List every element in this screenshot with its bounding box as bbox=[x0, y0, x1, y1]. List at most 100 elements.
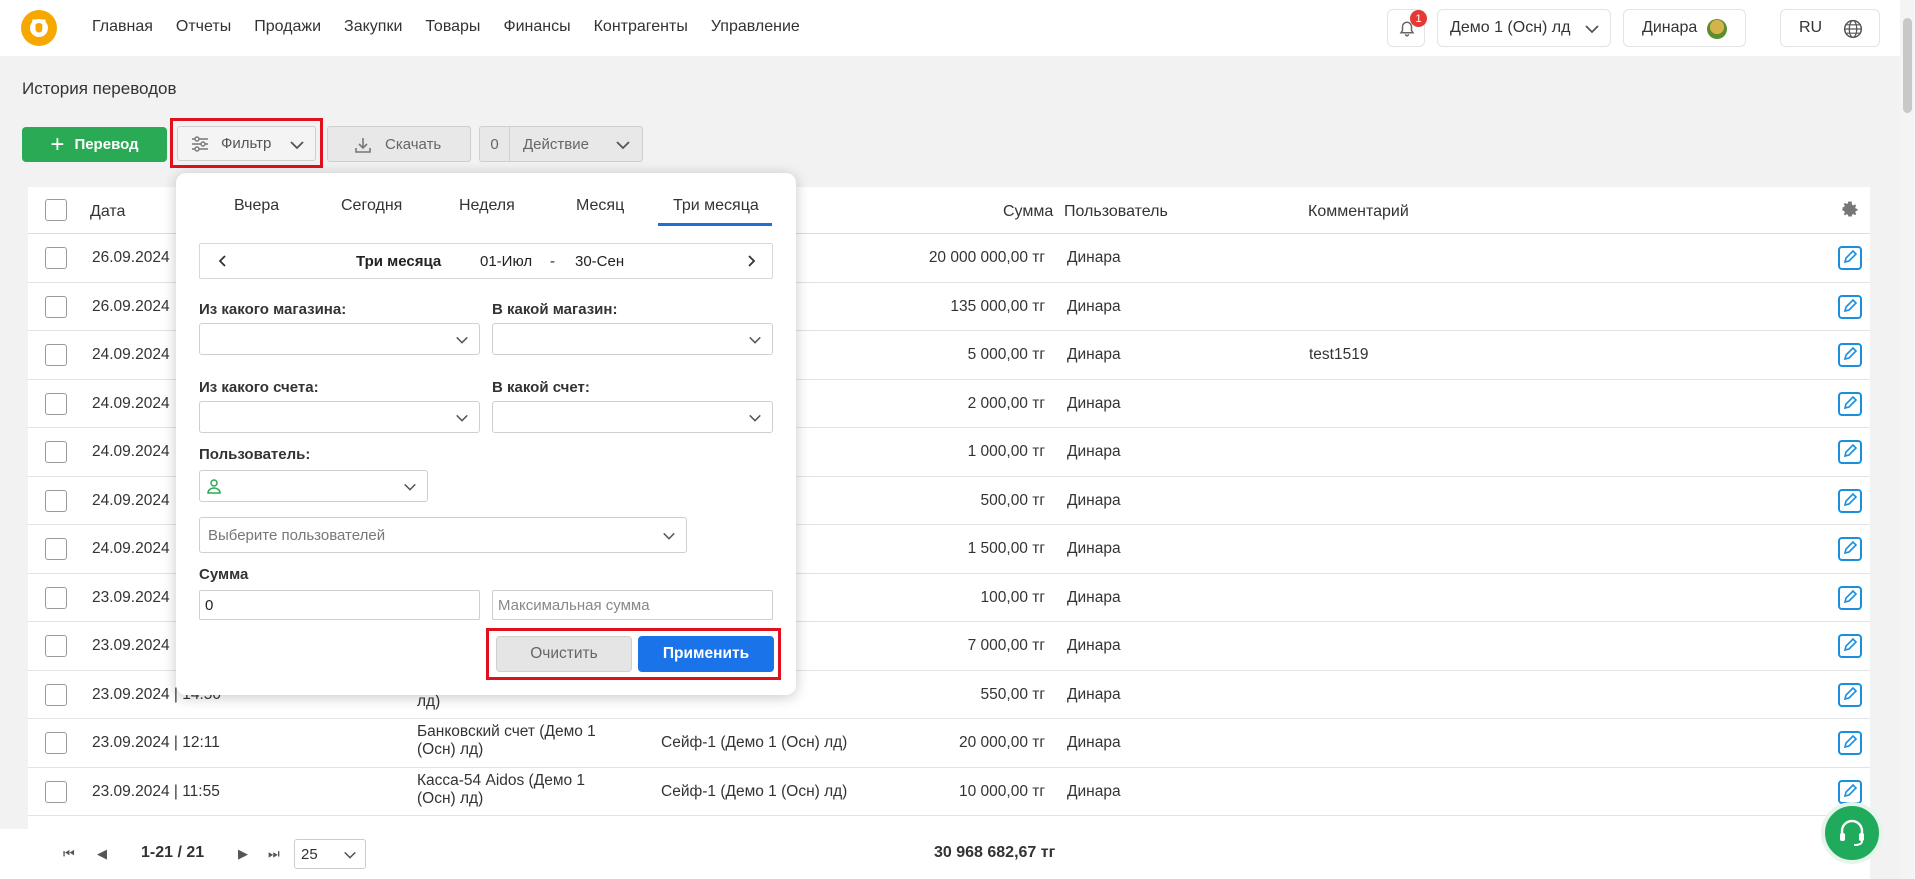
chevron-left-icon[interactable] bbox=[216, 254, 230, 268]
clear-button[interactable]: Очистить bbox=[496, 636, 632, 672]
row-checkbox[interactable] bbox=[45, 344, 67, 366]
user-name: Динара bbox=[1642, 19, 1698, 36]
edit-icon[interactable] bbox=[1838, 682, 1862, 707]
scrollbar-thumb[interactable] bbox=[1903, 18, 1912, 113]
nav-item-finance[interactable]: Финансы bbox=[503, 18, 570, 36]
nav-item-reports[interactable]: Отчеты bbox=[176, 18, 231, 36]
tab-week[interactable]: Неделя bbox=[459, 197, 515, 215]
gear-icon[interactable] bbox=[1840, 199, 1860, 219]
row-checkbox[interactable] bbox=[45, 441, 67, 463]
nav-item-management[interactable]: Управление bbox=[711, 18, 800, 36]
chevron-down-icon bbox=[290, 141, 304, 150]
chevron-down-icon bbox=[456, 414, 468, 422]
action-dropdown[interactable]: 0 Действие bbox=[479, 126, 643, 162]
row-checkbox[interactable] bbox=[45, 392, 67, 415]
column-sum[interactable]: Сумма bbox=[1003, 203, 1053, 221]
chevron-down-icon bbox=[749, 414, 761, 422]
table-footer: ⏮ ◀ 1-21 / 21 ▶ ⏭ 25 30 968 682,67 тг bbox=[0, 829, 1870, 879]
row-checkbox[interactable] bbox=[45, 683, 67, 706]
select-all-checkbox[interactable] bbox=[45, 199, 67, 221]
edit-icon[interactable] bbox=[1838, 246, 1862, 270]
edit-icon[interactable] bbox=[1838, 779, 1862, 804]
column-comment[interactable]: Комментарий bbox=[1308, 203, 1409, 221]
from-account-label: Из какого счета: bbox=[199, 379, 319, 396]
first-page-icon[interactable]: ⏮ bbox=[63, 846, 75, 862]
nav-item-home[interactable]: Главная bbox=[92, 18, 153, 36]
chevron-down-icon bbox=[616, 141, 630, 150]
transfer-button[interactable]: + Перевод bbox=[22, 127, 167, 162]
row-user: Динара bbox=[1067, 394, 1121, 412]
company-name: Демо 1 (Осн) лд bbox=[1450, 19, 1571, 36]
per-page-select[interactable]: 25 bbox=[294, 839, 366, 869]
to-account-label: В какой счет: bbox=[492, 379, 590, 396]
row-checkbox[interactable] bbox=[45, 780, 67, 803]
user-select[interactable] bbox=[199, 470, 428, 502]
table-row[interactable]: 23.09.2024 | 11:55 Касса-54 Aidos (Демо … bbox=[28, 768, 1870, 816]
chevron-right-icon[interactable] bbox=[744, 254, 758, 268]
row-sum: 7 000,00 тг bbox=[967, 637, 1045, 654]
row-checkbox[interactable] bbox=[45, 489, 67, 512]
row-sum: 135 000,00 тг bbox=[950, 297, 1045, 315]
notification-badge: 1 bbox=[1410, 10, 1427, 27]
column-user[interactable]: Пользователь bbox=[1064, 203, 1168, 221]
row-user: Динара bbox=[1067, 540, 1121, 557]
sum-max-input[interactable] bbox=[492, 590, 773, 620]
plus-icon: + bbox=[50, 130, 65, 158]
row-from-account: лд) bbox=[417, 692, 441, 710]
table-row[interactable]: 23.09.2024 | 12:11 Банковский счет (Демо… bbox=[28, 719, 1870, 768]
row-checkbox[interactable] bbox=[45, 247, 67, 269]
support-chat-button[interactable] bbox=[1821, 802, 1883, 864]
prev-page-icon[interactable]: ◀ bbox=[97, 846, 107, 862]
edit-icon[interactable] bbox=[1838, 391, 1862, 416]
edit-icon[interactable] bbox=[1838, 488, 1862, 513]
edit-icon[interactable] bbox=[1838, 343, 1862, 367]
active-tab-indicator bbox=[658, 223, 772, 226]
period-name: Три месяца bbox=[356, 253, 442, 270]
row-checkbox[interactable] bbox=[45, 732, 67, 754]
period-end: 30-Сен bbox=[575, 253, 625, 270]
company-selector[interactable]: Демо 1 (Осн) лд bbox=[1437, 9, 1611, 47]
language-selector[interactable]: RU bbox=[1780, 9, 1880, 47]
user-menu[interactable]: Динара bbox=[1623, 9, 1746, 47]
tab-month[interactable]: Месяц bbox=[576, 197, 624, 215]
chevron-down-icon bbox=[1585, 25, 1599, 34]
tab-yesterday[interactable]: Вчера bbox=[234, 197, 279, 215]
tab-today[interactable]: Сегодня bbox=[341, 197, 402, 215]
to-account-select[interactable] bbox=[492, 401, 773, 433]
row-date: 23.09.2024 | 12:11 bbox=[92, 734, 220, 751]
edit-icon[interactable] bbox=[1838, 634, 1862, 658]
edit-icon[interactable] bbox=[1838, 440, 1862, 464]
users-multiselect[interactable]: Выберите пользователей bbox=[199, 517, 687, 553]
nav-item-purchases[interactable]: Закупки bbox=[344, 18, 402, 36]
row-checkbox[interactable] bbox=[45, 635, 67, 657]
download-button[interactable]: Скачать bbox=[327, 126, 471, 162]
transfer-button-label: Перевод bbox=[74, 136, 139, 153]
filter-button[interactable]: Фильтр bbox=[177, 126, 316, 161]
row-checkbox[interactable] bbox=[45, 538, 67, 560]
column-date[interactable]: Дата bbox=[90, 203, 125, 221]
nav-item-counterparties[interactable]: Контрагенты bbox=[594, 18, 688, 36]
app-logo[interactable]: U bbox=[21, 10, 57, 46]
notifications-button[interactable]: 1 bbox=[1387, 9, 1427, 47]
tab-three-months[interactable]: Три месяца bbox=[673, 197, 759, 215]
edit-icon[interactable] bbox=[1838, 585, 1862, 610]
edit-icon[interactable] bbox=[1838, 294, 1862, 319]
period-dash: - bbox=[550, 253, 555, 270]
sum-min-input[interactable] bbox=[199, 590, 480, 620]
from-account-select[interactable] bbox=[199, 401, 480, 433]
row-checkbox[interactable] bbox=[45, 586, 67, 609]
row-sum: 20 000 000,00 тг bbox=[928, 249, 1045, 266]
row-checkbox[interactable] bbox=[45, 295, 67, 318]
headset-icon bbox=[1840, 819, 1864, 846]
apply-button[interactable]: Применить bbox=[638, 636, 774, 672]
edit-icon[interactable] bbox=[1838, 537, 1862, 561]
nav-item-sales[interactable]: Продажи bbox=[254, 18, 321, 36]
page-scrollbar[interactable] bbox=[1900, 0, 1915, 879]
last-page-icon[interactable]: ⏭ bbox=[268, 846, 280, 862]
to-store-select[interactable] bbox=[492, 323, 773, 355]
nav-item-products[interactable]: Товары bbox=[425, 18, 480, 36]
edit-icon[interactable] bbox=[1838, 731, 1862, 755]
from-store-select[interactable] bbox=[199, 323, 480, 355]
next-page-icon[interactable]: ▶ bbox=[238, 846, 248, 862]
download-button-label: Скачать bbox=[385, 136, 442, 153]
